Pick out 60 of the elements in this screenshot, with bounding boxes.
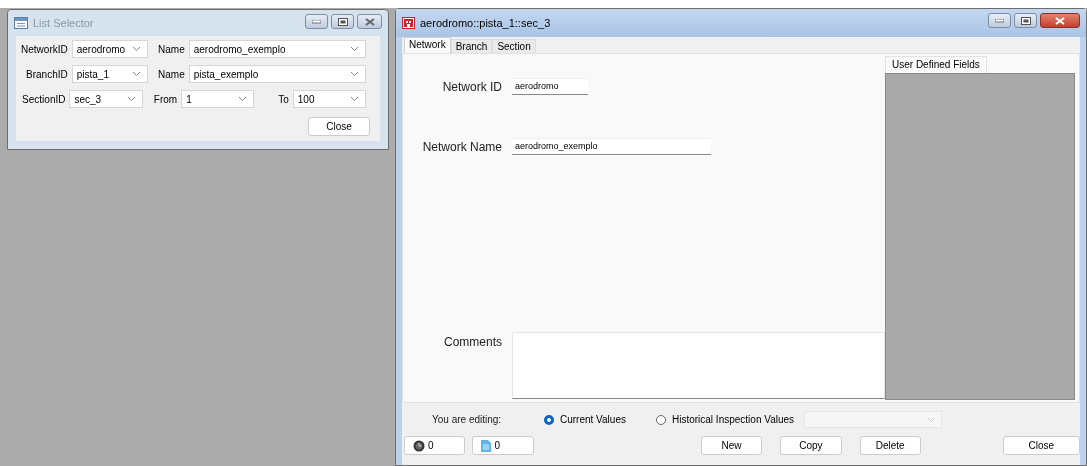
chevron-down-icon	[238, 96, 248, 102]
field-label: NetworkID	[20, 43, 69, 55]
field-label: From	[152, 93, 179, 105]
radio-label: Current Values	[560, 414, 626, 425]
field-label: Network Name	[421, 139, 503, 154]
action-button[interactable]: Close	[1002, 436, 1080, 455]
tab[interactable]: Section	[492, 39, 536, 53]
close-button[interactable]	[357, 14, 382, 29]
document-icon	[481, 439, 492, 452]
close-button[interactable]	[1040, 13, 1080, 28]
chevron-down-icon	[126, 96, 136, 102]
radio-option[interactable]: Current Values	[544, 414, 626, 425]
chevron-down-icon	[350, 71, 359, 77]
field-label: Comments	[443, 334, 503, 349]
dropdown[interactable]: 1	[181, 90, 255, 108]
chevron-down-icon	[350, 96, 359, 102]
field-label: Name	[158, 43, 186, 55]
field-label: Name	[158, 68, 186, 80]
field-label: To	[277, 93, 290, 105]
counter-button[interactable]: 0	[472, 436, 534, 455]
dropdown[interactable]: aerodromo	[71, 40, 149, 58]
chevron-down-icon	[132, 46, 142, 52]
action-button[interactable]: Delete	[859, 436, 921, 455]
window-title: List Selector	[33, 17, 95, 29]
tab[interactable]: User Defined Fields	[885, 56, 987, 73]
dropdown[interactable]: pista_1	[71, 65, 149, 83]
window-icon	[14, 17, 28, 29]
chevron-down-icon	[350, 46, 359, 52]
action-button[interactable]: Copy	[780, 436, 842, 455]
dropdown[interactable]: sec_3	[69, 90, 143, 108]
tab[interactable]: Branch	[450, 39, 493, 53]
counter-button[interactable]: 0	[404, 436, 466, 455]
app-icon	[402, 17, 415, 29]
editing-label: You are editing:	[431, 414, 503, 425]
dropdown[interactable]: pista_exemplo	[188, 65, 366, 83]
field-label: BranchID	[25, 68, 69, 80]
radio-button[interactable]	[544, 414, 554, 425]
input-field[interactable]: aerodromo_exemplo	[512, 138, 711, 155]
field-label: Network ID	[441, 79, 503, 94]
close-button[interactable]: Close	[308, 117, 370, 136]
close-icon	[1055, 16, 1065, 25]
dropdown[interactable]: aerodromo_exemplo	[188, 40, 366, 58]
clock-icon	[413, 439, 425, 452]
dropdown[interactable]: 100	[292, 90, 366, 108]
close-icon	[364, 17, 375, 26]
radio-button[interactable]	[655, 414, 666, 425]
minimize-icon	[312, 19, 321, 24]
chevron-down-icon	[132, 71, 142, 77]
maximize-icon	[337, 17, 348, 26]
minimize-icon	[995, 18, 1004, 23]
maximize-button[interactable]	[331, 14, 354, 29]
chevron-down-icon	[927, 416, 937, 423]
comments-field[interactable]	[512, 332, 885, 399]
maximize-icon	[1020, 16, 1031, 25]
tab[interactable]: Network	[404, 37, 451, 53]
window-title: aerodromo::pista_1::sec_3	[420, 17, 552, 29]
maximize-button[interactable]	[1014, 13, 1037, 28]
action-button[interactable]: New	[700, 436, 763, 455]
input-field[interactable]: aerodromo	[512, 78, 588, 95]
field-label: SectionID	[21, 93, 67, 105]
